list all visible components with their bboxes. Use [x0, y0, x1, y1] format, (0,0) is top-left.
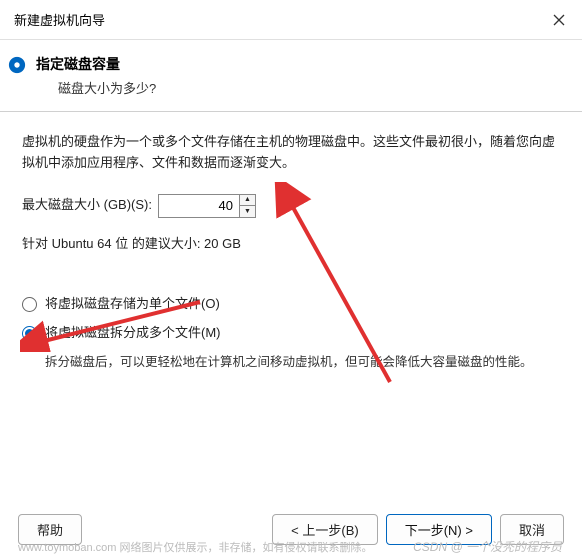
max-size-input[interactable]	[159, 195, 239, 217]
wizard-window: 新建虚拟机向导 指定磁盘容量 磁盘大小为多少? 虚拟机的硬盘作为一个或多个文件存…	[0, 0, 582, 557]
radio-single-row[interactable]: 将虚拟磁盘存储为单个文件(O)	[22, 294, 560, 315]
max-size-spinner[interactable]: ▲ ▼	[158, 194, 256, 218]
radio-single-label: 将虚拟磁盘存储为单个文件(O)	[45, 294, 220, 315]
spinner-down[interactable]: ▼	[240, 206, 255, 217]
intro-text: 虚拟机的硬盘作为一个或多个文件存储在主机的物理磁盘中。这些文件最初很小，随着您向…	[22, 132, 560, 174]
header-title: 指定磁盘容量	[36, 54, 562, 74]
max-size-label: 最大磁盘大小 (GB)(S):	[22, 195, 152, 216]
wizard-content: 虚拟机的硬盘作为一个或多个文件存储在主机的物理磁盘中。这些文件最初很小，随着您向…	[0, 112, 582, 501]
window-title: 新建虚拟机向导	[14, 10, 105, 29]
recommend-text: 针对 Ubuntu 64 位 的建议大小: 20 GB	[22, 234, 560, 255]
header-subtitle: 磁盘大小为多少?	[36, 78, 562, 97]
disk-icon	[8, 56, 26, 74]
radio-split-desc: 拆分磁盘后，可以更轻松地在计算机之间移动虚拟机，但可能会降低大容量磁盘的性能。	[45, 352, 560, 372]
radio-split-row[interactable]: 将虚拟磁盘拆分成多个文件(M)	[22, 323, 560, 344]
titlebar: 新建虚拟机向导	[0, 0, 582, 40]
close-button[interactable]	[550, 11, 568, 29]
close-icon	[553, 14, 565, 26]
watermark-right: CSDN @ 一个没秃的程序员	[413, 538, 562, 555]
spinner-up[interactable]: ▲	[240, 195, 255, 207]
radio-split[interactable]	[22, 326, 37, 341]
radio-split-label: 将虚拟磁盘拆分成多个文件(M)	[45, 323, 221, 344]
wizard-header: 指定磁盘容量 磁盘大小为多少?	[0, 40, 582, 112]
radio-single[interactable]	[22, 297, 37, 312]
spinner-buttons: ▲ ▼	[239, 195, 255, 217]
watermark-left: www.toymoban.com 网络图片仅供展示，非存储，如有侵权请联系删除。	[18, 539, 372, 555]
max-size-row: 最大磁盘大小 (GB)(S): ▲ ▼	[22, 194, 560, 218]
